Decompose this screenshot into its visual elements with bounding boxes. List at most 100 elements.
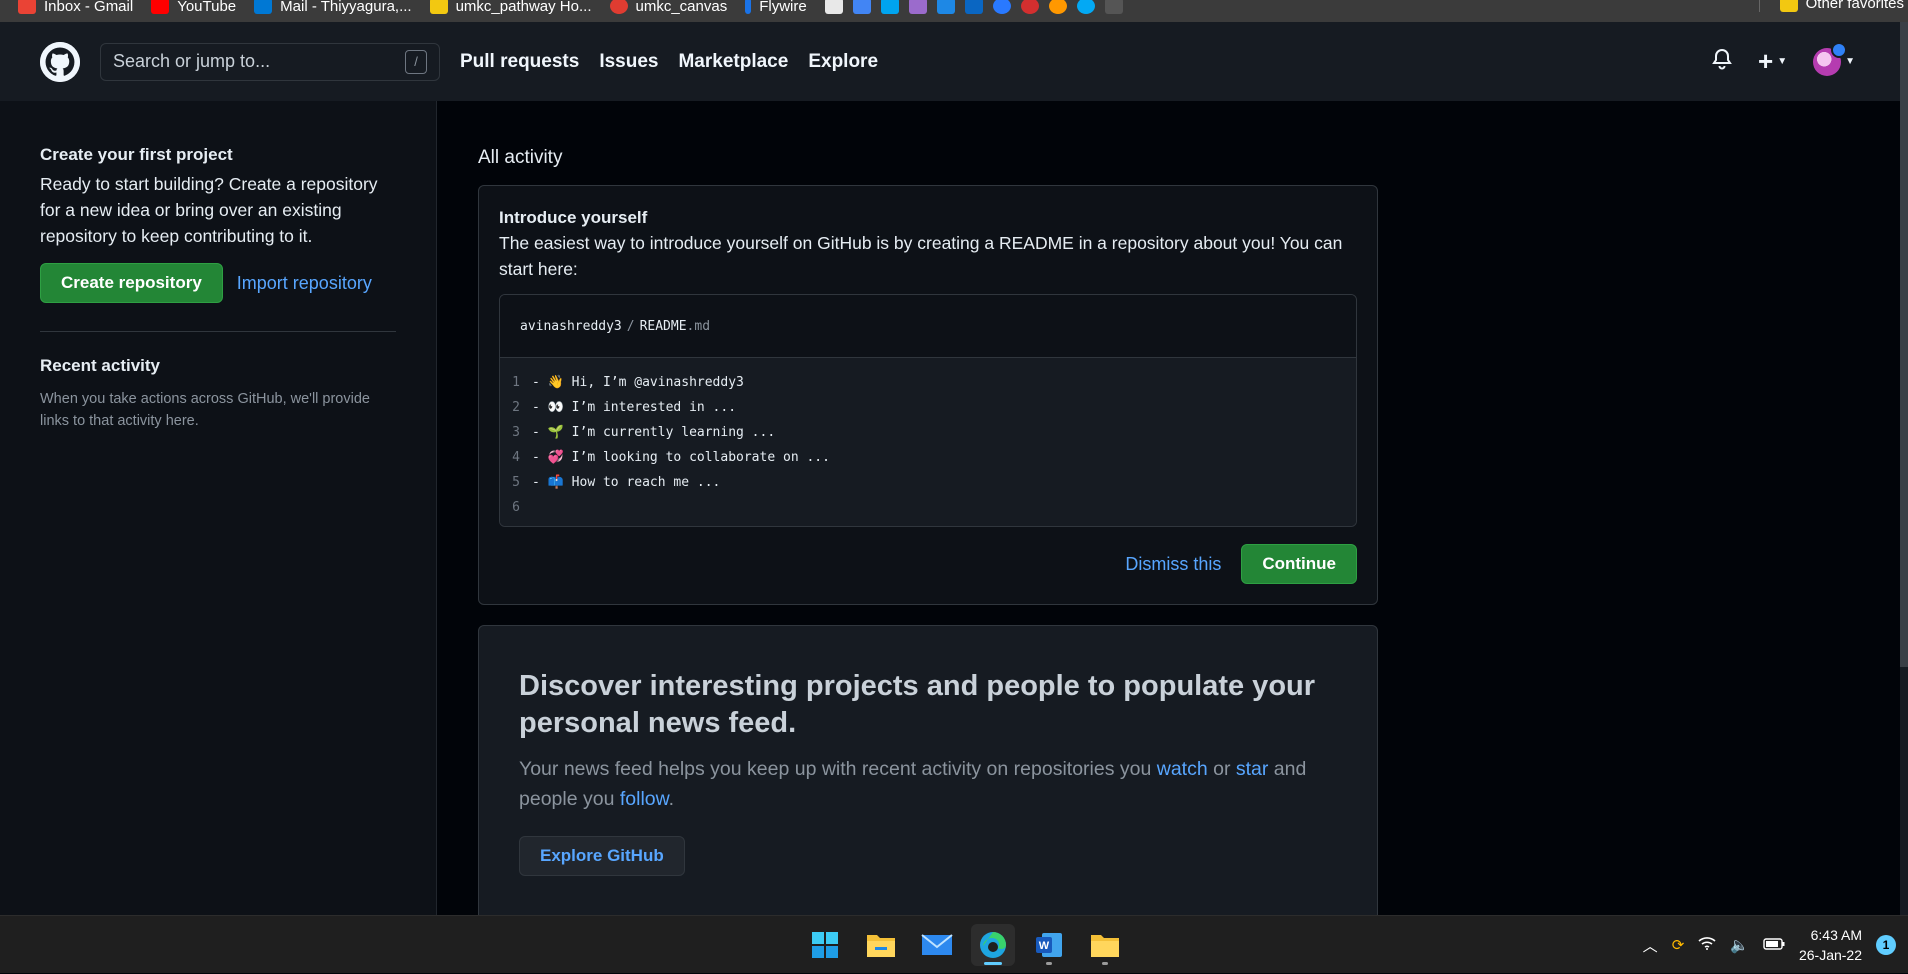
sidebar-divider [40,331,396,332]
bookmark-gmail[interactable]: Inbox - Gmail [18,0,133,15]
recent-activity-text: When you take actions across GitHub, we'… [40,391,370,429]
dashboard-sidebar: Create your first project Ready to start… [0,101,437,915]
wifi-icon[interactable] [1698,936,1716,954]
code-line: 2 - 👀 I’m interested in ... [500,395,1356,420]
taskbar-apps: W [803,924,1127,966]
nav-marketplace[interactable]: Marketplace [678,51,788,73]
readme-preview[interactable]: avinashreddy3 / README .md 1 - 👋 Hi, I’m @… [499,294,1357,527]
notifications-bell-icon[interactable] [1712,48,1732,76]
line-number: 4 [512,450,520,465]
watch-link[interactable]: watch [1157,758,1208,780]
github-logo-icon[interactable] [40,41,80,82]
clock[interactable]: 6:43 AM 26-Jan-22 [1799,925,1862,965]
bookmark-umkc-pathway[interactable]: umkc_pathway Ho... [429,0,592,15]
explore-github-button[interactable]: Explore GitHub [519,836,685,876]
search-input[interactable]: Search or jump to... / [100,42,440,81]
bookmark-icon[interactable] [880,0,899,14]
header-actions: + ▼ ▼ [1712,22,1855,101]
scrollbar-thumb[interactable] [1900,22,1908,667]
create-project-title: Create your first project [40,145,233,164]
discover-card: Discover interesting projects and people… [478,625,1378,925]
bookmark-umkc-canvas[interactable]: umkc_canvas [609,0,727,15]
folder-icon [1091,935,1119,957]
bookmark-icon[interactable] [936,0,955,14]
nav-pull-requests[interactable]: Pull requests [460,51,579,73]
active-indicator [984,962,1002,965]
bookmark-youtube[interactable]: YouTube [151,0,236,15]
svg-text:W: W [1039,940,1050,952]
sync-icon[interactable]: ⟳ [1672,936,1685,954]
user-menu[interactable]: ▼ [1813,41,1855,76]
word-button[interactable]: W [1027,924,1071,966]
bookmark-outlook[interactable]: Mail - Thiyyagura,... [254,0,412,15]
avatar [1813,41,1848,76]
clock-date: 26-Jan-22 [1798,947,1862,963]
folder-icon [429,0,448,14]
windows-taskbar: W ︿ ⟳ 🔈 6:43 AM 26-Jan-22 1 [0,915,1908,973]
linkedin-icon[interactable] [964,0,983,14]
nav-explore[interactable]: Explore [808,51,878,73]
main-feed: All activity Introduce yourself The easi… [478,101,1378,925]
notification-badge[interactable]: 1 [1876,935,1896,955]
outlook-icon [254,0,273,14]
bookmark-icon[interactable] [852,0,871,14]
nav-issues[interactable]: Issues [599,51,658,73]
github-header: Search or jump to... / Pull requests Iss… [0,22,1900,101]
readme-extension: .md [686,318,711,334]
search-placeholder: Search or jump to... [113,51,271,71]
clock-time: 6:43 AM [1810,927,1862,943]
chevron-down-icon: ▼ [1845,56,1855,67]
battery-icon[interactable] [1763,937,1785,954]
dismiss-link[interactable]: Dismiss this [1125,554,1221,575]
code-text: - 👀 I’m interested in ... [532,400,737,415]
discover-text-part: or [1207,758,1236,780]
running-indicator [1102,962,1108,965]
file-explorer-button[interactable] [859,924,903,966]
bookmark-icon[interactable] [1020,0,1039,14]
code-line: 5 - 📫 How to reach me ... [500,470,1356,495]
plus-icon: + [1758,46,1774,76]
search-shortcut-key: / [405,49,427,74]
intro-actions: Dismiss this Continue [1125,544,1357,584]
bookmark-icon[interactable] [992,0,1011,14]
bookmark-icon[interactable] [824,0,843,14]
recent-activity-title: Recent activity [40,356,160,375]
bookmark-icons-group [824,0,1123,14]
code-text: - 📫 How to reach me ... [532,475,721,490]
chevron-up-icon[interactable]: ︿ [1643,935,1658,956]
star-link[interactable]: star [1236,758,1269,780]
bookmark-icon[interactable] [908,0,927,14]
edge-button[interactable] [971,924,1015,966]
main-nav: Pull requests Issues Marketplace Explore [460,51,878,73]
gmail-icon [18,0,36,14]
mail-button[interactable] [915,924,959,966]
discover-title: Discover interesting projects and people… [519,670,1316,739]
line-number: 3 [512,425,520,440]
bookmark-icon[interactable] [1076,0,1095,14]
line-number: 2 [512,400,520,415]
discover-text-part: Your news feed helps you keep up with re… [519,758,1157,780]
follow-link[interactable]: follow [620,788,669,810]
running-indicator [1046,962,1052,965]
folder-button[interactable] [1083,924,1127,966]
continue-button[interactable]: Continue [1241,544,1357,584]
create-new-dropdown[interactable]: + ▼ [1758,46,1787,77]
volume-icon[interactable]: 🔈 [1730,936,1749,954]
discover-text: Your news feed helps you keep up with re… [519,754,1337,814]
path-separator: / [626,318,635,334]
chevron-down-icon: ▼ [1777,56,1788,67]
bookmark-flywire[interactable]: Flywire [745,0,807,15]
bookmark-icon[interactable] [1048,0,1067,14]
other-favorites[interactable]: Other favorites [1806,0,1904,12]
page-title: All activity [478,147,563,168]
folder-icon [867,935,895,957]
create-repository-button[interactable]: Create repository [40,263,223,303]
introduce-yourself-card: Introduce yourself The easiest way to in… [478,185,1378,605]
page-scrollbar[interactable] [1900,22,1908,915]
code-line: 6 [500,495,1356,520]
start-button[interactable] [803,924,847,966]
folder-icon [1779,0,1798,12]
bookmark-icon[interactable] [1104,0,1123,14]
import-repository-link[interactable]: Import repository [237,273,372,294]
windows-icon [812,932,838,958]
